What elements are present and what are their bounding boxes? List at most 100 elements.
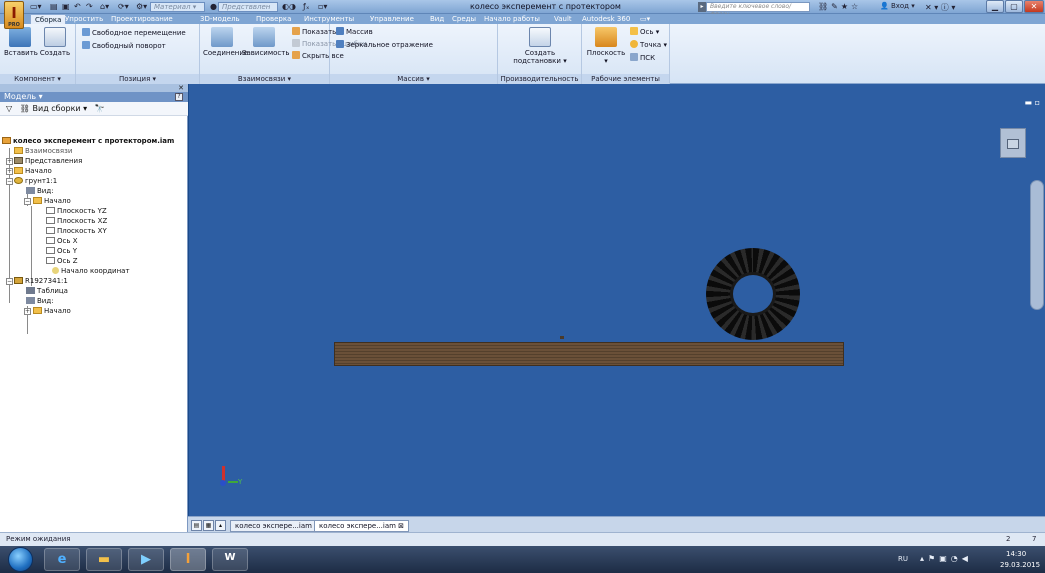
tab-environments[interactable]: Среды — [452, 14, 476, 24]
free-rotate-button[interactable]: Свободный поворот — [82, 41, 166, 50]
joint-button[interactable]: Соединение — [203, 27, 248, 57]
quick-access-update-icon[interactable]: ⟳▾ — [118, 2, 129, 12]
mirror-button[interactable]: Зеркальное отражение — [336, 40, 433, 49]
assembly-view-dropdown[interactable]: ⛓ Вид сборки ▾ — [20, 104, 87, 113]
login-link[interactable]: 👤 Вход ▾ — [880, 2, 915, 10]
clock-date[interactable]: 29.03.2015 — [1000, 561, 1040, 569]
group-label-pattern[interactable]: Массив ▾ — [330, 74, 497, 84]
browser-close-icon[interactable]: ✕ — [178, 84, 184, 92]
tree-item-ground-part[interactable]: грунт1:1 — [14, 177, 57, 186]
filter-icon[interactable]: ▽ — [6, 104, 12, 113]
tab-assemble[interactable]: Сборка — [30, 14, 67, 24]
navigation-bar[interactable] — [1030, 180, 1044, 310]
tab-list-icon[interactable]: ▴ — [215, 520, 226, 531]
point-button[interactable]: Точка ▾ — [630, 40, 667, 49]
collapse-icon[interactable]: − — [6, 178, 13, 185]
collapse-icon[interactable]: − — [6, 278, 13, 285]
fx-icon[interactable]: ƒₓ — [303, 2, 309, 12]
tree-root-assembly[interactable]: колесо эксперемент с протектором.iam — [2, 137, 174, 146]
tree-item-plane-yz[interactable]: Плоскость YZ — [46, 207, 107, 216]
adjust-icon[interactable]: ◐◑ — [282, 2, 296, 12]
expand-icon[interactable]: + — [6, 168, 13, 175]
tree-item-origin-2[interactable]: Начало — [33, 307, 71, 316]
tree-item-plane-xy[interactable]: Плоскость XY — [46, 227, 107, 236]
system-tray-icons[interactable]: ▴⚑▣◔◀ — [920, 554, 972, 563]
ribbon-options-icon[interactable]: ▭▾ — [640, 14, 650, 24]
constraint-button[interactable]: Зависимость — [242, 27, 289, 57]
search-input[interactable]: Введите ключевое слово/фразу — [706, 2, 810, 18]
taskbar-media-button[interactable]: ▶ — [128, 548, 164, 571]
tab-3d-model[interactable]: 3D-модель — [200, 14, 240, 24]
cascade-icon[interactable]: ▦ — [203, 520, 214, 531]
tab-get-started[interactable]: Начало работы — [484, 14, 540, 24]
tab-design[interactable]: Проектирование — [111, 14, 173, 24]
document-tab-1[interactable]: колесо эксперe...iam — [230, 520, 317, 532]
create-substitutes-button[interactable]: Создать подстановки ▾ — [512, 27, 568, 65]
viewport-window-controls[interactable]: ▬ ▫ — [1024, 98, 1040, 107]
tab-simplify[interactable]: Упростить — [65, 14, 103, 24]
quick-access-new-icon[interactable]: ▭▾ — [30, 2, 42, 12]
tree-item-view[interactable]: Вид: — [26, 187, 54, 196]
pattern-button[interactable]: Массив — [336, 27, 373, 36]
tree-item-origin-point[interactable]: Начало координат — [52, 267, 130, 276]
tab-manage[interactable]: Управление — [370, 14, 414, 24]
quick-access-customize-icon[interactable]: ▫▾ — [318, 2, 327, 12]
tab-view[interactable]: Вид — [430, 14, 444, 24]
tree-item-relations[interactable]: Взаимосвязи — [14, 147, 72, 156]
tree-item-view-2[interactable]: Вид: — [26, 297, 54, 306]
tree-item-origin-sub[interactable]: Начало — [33, 197, 71, 206]
group-label-position[interactable]: Позиция ▾ — [76, 74, 199, 84]
appearance-dropdown[interactable]: Предстввлен ▾ — [218, 2, 278, 19]
tree-item-representations[interactable]: Представления — [14, 157, 82, 166]
tab-autodesk-360[interactable]: Autodesk 360 — [582, 14, 630, 24]
document-tab-2[interactable]: колесо экспере...iam ⊠ — [314, 520, 410, 532]
infocenter-icons[interactable]: ⛓✎★☆ — [818, 2, 861, 11]
find-icon[interactable]: 🔭 — [95, 104, 105, 113]
application-menu-button[interactable]: I PRO — [4, 1, 24, 29]
tab-inspect[interactable]: Проверка — [256, 14, 291, 24]
tree-item-origin[interactable]: Начало — [14, 167, 52, 176]
clock-time[interactable]: 14:30 — [1006, 550, 1026, 558]
close-button[interactable]: ✕ — [1024, 0, 1044, 13]
browser-help-icon[interactable]: ? — [175, 93, 183, 101]
taskbar-ie-button[interactable]: e — [44, 548, 80, 571]
quick-access-home-icon[interactable]: ⌂▾ — [100, 2, 109, 12]
ground-part-model[interactable] — [334, 342, 844, 366]
search-expand-icon[interactable]: ▸ — [698, 2, 706, 12]
quick-access-undo-icon[interactable]: ↶ — [74, 2, 81, 12]
maximize-button[interactable]: ▢ — [1005, 0, 1023, 13]
free-move-button[interactable]: Свободное перемещение — [82, 28, 186, 37]
insert-button[interactable]: Вставить — [4, 27, 38, 57]
minimize-button[interactable]: ▁ — [986, 0, 1004, 13]
tree-item-tire-part[interactable]: R1927341:1 — [14, 277, 68, 286]
tree-item-axis-y[interactable]: Ось Y — [46, 247, 77, 256]
tree-item-axis-x[interactable]: Ось X — [46, 237, 78, 246]
tab-vault[interactable]: Vault — [554, 14, 572, 24]
material-dropdown[interactable]: Материал ▾ — [150, 2, 205, 12]
viewcube-face-icon[interactable] — [1007, 139, 1019, 149]
ucs-button[interactable]: ПСК — [630, 53, 655, 62]
browser-title[interactable]: Модель ▾ — [0, 92, 188, 102]
help-icon[interactable]: ✕ ▾ ⓘ ▾ — [925, 2, 955, 13]
start-button[interactable] — [8, 547, 33, 572]
axis-button[interactable]: Ось ▾ — [630, 27, 659, 36]
create-button[interactable]: Создать — [38, 27, 72, 57]
graphics-viewport[interactable] — [189, 84, 1045, 516]
group-label-relations[interactable]: Взаимосвязи ▾ — [200, 74, 329, 84]
plane-button[interactable]: Плоскость ▾ — [586, 27, 626, 65]
tire-model[interactable] — [706, 248, 800, 340]
quick-access-open-icon[interactable]: ▤ — [50, 2, 58, 12]
tile-windows-icon[interactable]: ▤ — [191, 520, 202, 531]
taskbar-inventor-button[interactable]: I — [170, 548, 206, 571]
tree-item-plane-xz[interactable]: Плоскость XZ — [46, 217, 107, 226]
tab-tools[interactable]: Инструменты — [304, 14, 354, 24]
quick-access-save-icon[interactable]: ▣ — [62, 2, 70, 12]
quick-access-redo-icon[interactable]: ↷ — [86, 2, 93, 12]
language-indicator[interactable]: RU — [898, 555, 908, 563]
tree-item-table[interactable]: Таблица — [26, 287, 68, 296]
expand-icon[interactable]: + — [24, 308, 31, 315]
taskbar-explorer-button[interactable]: ▬ — [86, 548, 122, 571]
tree-item-axis-z[interactable]: Ось Z — [46, 257, 78, 266]
quick-access-settings-icon[interactable]: ⚙▾ — [136, 2, 147, 12]
taskbar-word-button[interactable]: W — [212, 548, 248, 571]
